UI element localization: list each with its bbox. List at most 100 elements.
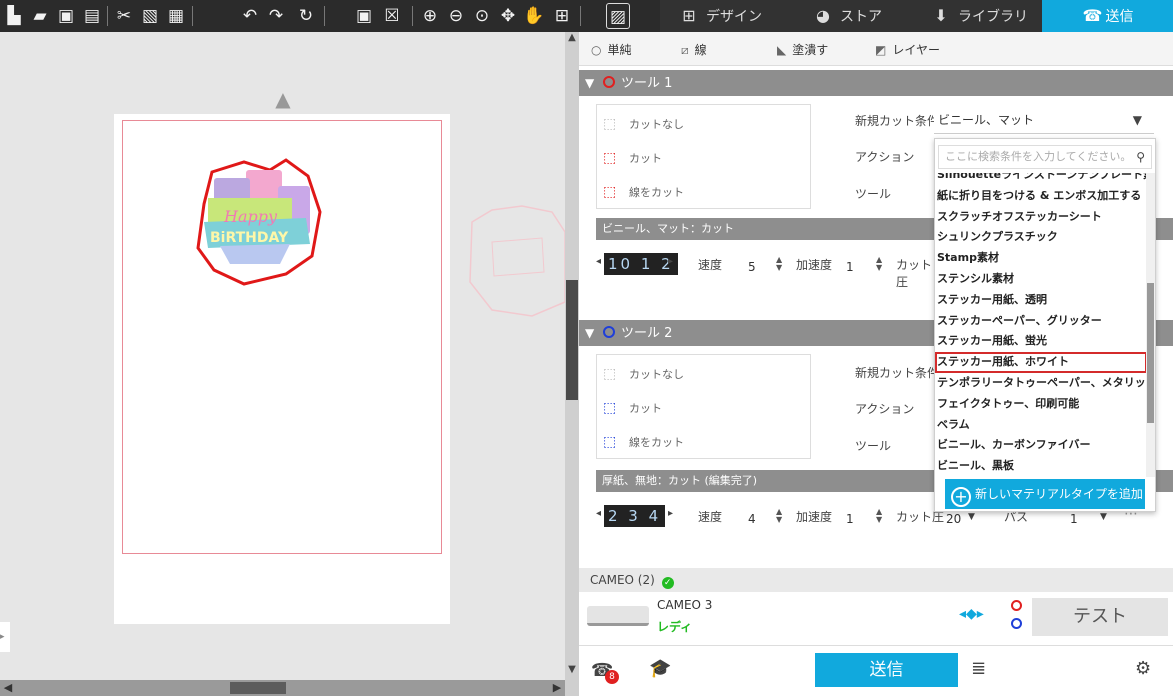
accel-value[interactable]: 1: [846, 260, 854, 274]
material-option[interactable]: ステンシル素材: [935, 269, 1147, 290]
feed-up-arrow-icon[interactable]: ▲: [271, 88, 295, 110]
blade-left-arrow-icon[interactable]: ◂: [596, 508, 601, 519]
zoom-out-icon[interactable]: ⊖: [444, 3, 468, 29]
accel-label: 加速度: [796, 258, 833, 272]
cut-icon[interactable]: ✂: [112, 3, 136, 29]
offmat-sticker-ghost[interactable]: [462, 192, 565, 322]
accel-spinner-icon[interactable]: ▲ ▼: [876, 256, 882, 272]
blade-right-arrow-icon[interactable]: ▸: [668, 256, 673, 267]
scroll-right-icon[interactable]: ▶: [549, 680, 565, 696]
tab-send[interactable]: ☎ 送信: [1042, 0, 1173, 32]
vertical-scroll-thumb[interactable]: [566, 280, 578, 400]
tab-library[interactable]: ⬇ ライブラリ: [930, 0, 1040, 32]
material-option[interactable]: ベラム: [935, 415, 1147, 436]
mode-simple[interactable]: ○ 単純: [591, 41, 632, 58]
collapse-icon[interactable]: ▼: [585, 320, 599, 346]
chevron-down-icon[interactable]: ▼: [1133, 106, 1142, 134]
force-dropdown-icon[interactable]: ▼: [968, 512, 975, 522]
material-option[interactable]: テンポラリータトゥーペーパー、メタリック: [935, 373, 1147, 394]
material-option[interactable]: ビニール、カーボンファイバー: [935, 435, 1147, 456]
accel-value[interactable]: 1: [846, 512, 854, 526]
tool2-option-cut[interactable]: ⬚ カット: [603, 397, 662, 419]
fit-page-icon[interactable]: ⊞: [550, 3, 574, 29]
material-search-input[interactable]: ここに検索条件を入力してください。 ⚲: [938, 145, 1152, 169]
material-option-selected[interactable]: ステッカー用紙、ホワイト: [935, 352, 1147, 373]
machine-row[interactable]: CAMEO 3 レディ ◂◆▸ テスト: [579, 592, 1173, 646]
material-option[interactable]: ステッカーペーパー、グリッター: [935, 311, 1147, 332]
tool1-option-cut-edge[interactable]: ⬚ 線をカット: [603, 181, 684, 203]
material-list-scroll-thumb[interactable]: [1147, 283, 1154, 423]
redo-icon[interactable]: ↷: [264, 3, 288, 29]
search-icon[interactable]: ⚲: [1136, 146, 1145, 168]
menu-list-icon[interactable]: ≣: [971, 658, 986, 679]
material-option[interactable]: ビニール、黒板: [935, 456, 1147, 477]
add-material-button[interactable]: + 新しいマテリアルタイプを追加: [945, 479, 1145, 509]
mode-line[interactable]: ⧄ 線: [681, 41, 707, 58]
speed-value[interactable]: 4: [748, 512, 756, 526]
tool2-option-nocut[interactable]: ⬚ カットなし: [603, 363, 684, 385]
tool1-option-nocut[interactable]: ⬚ カットなし: [603, 113, 684, 135]
option-label: 線をカット: [629, 186, 684, 199]
scroll-down-icon[interactable]: ▼: [565, 664, 579, 678]
passes-value[interactable]: 1: [1070, 512, 1078, 526]
tab-design[interactable]: ⊞ デザイン: [678, 0, 798, 32]
vertical-scrollbar[interactable]: ▲ ▼: [565, 32, 579, 696]
passes-dropdown-icon[interactable]: ▼: [1100, 512, 1107, 522]
deselect-icon[interactable]: ☒: [380, 3, 404, 29]
trace-icon[interactable]: ▨: [606, 3, 630, 29]
mode-layer[interactable]: ◩ レイヤー: [875, 41, 940, 58]
pan-hand-icon[interactable]: ✋: [522, 3, 546, 29]
tab-store[interactable]: ◕ ストア: [812, 0, 922, 32]
move-icon[interactable]: ✥: [496, 3, 520, 29]
paste-icon[interactable]: ▦: [164, 3, 188, 29]
select-all-icon[interactable]: ▣: [352, 3, 376, 29]
material-select[interactable]: ビニール、マット ▼: [934, 106, 1154, 134]
blade-depth-display[interactable]: 10 1 2: [604, 253, 678, 275]
blade-depth-display[interactable]: 2 3 4: [604, 505, 666, 527]
move-arrows-icon[interactable]: ◂◆▸: [959, 606, 984, 622]
blade-right-arrow-icon[interactable]: ▸: [668, 508, 673, 519]
tool1-title: ツール 1: [621, 76, 673, 91]
horizontal-scroll-thumb[interactable]: [230, 682, 286, 694]
tool1-option-cut[interactable]: ⬚ カット: [603, 147, 662, 169]
tutorial-cap-icon[interactable]: 🎓: [649, 658, 671, 679]
undo-icon[interactable]: ↶: [238, 3, 262, 29]
new-file-icon[interactable]: ▙: [2, 3, 26, 29]
horizontal-scrollbar[interactable]: ◀ ▶: [0, 680, 565, 696]
material-option[interactable]: 紙に折り目をつける & エンボス加工する: [935, 186, 1147, 207]
material-option[interactable]: スクラッチオフステッカーシート: [935, 207, 1147, 228]
speed-spinner-icon[interactable]: ▲ ▼: [776, 508, 782, 524]
accel-spinner-icon[interactable]: ▲ ▼: [876, 508, 882, 524]
birthday-sticker-design[interactable]: Happy BiRTHDAY: [190, 152, 324, 286]
collapse-icon[interactable]: ▼: [585, 70, 599, 96]
scroll-up-icon[interactable]: ▲: [565, 32, 579, 46]
scroll-left-icon[interactable]: ◀: [0, 680, 16, 696]
zoom-fit-icon[interactable]: ⊙: [470, 3, 494, 29]
tool2-option-cut-edge[interactable]: ⬚ 線をカット: [603, 431, 684, 453]
material-option[interactable]: Stamp素材: [935, 248, 1147, 269]
send-button[interactable]: 送信: [815, 653, 958, 687]
material-list-scrollbar[interactable]: [1146, 173, 1155, 477]
material-option[interactable]: Silhouetteラインストーンテンプレート素材: [935, 173, 1147, 186]
material-option[interactable]: シュリンクプラスチック: [935, 227, 1147, 248]
material-option[interactable]: フェイクタトゥー、印刷可能: [935, 394, 1147, 415]
tool1-header[interactable]: ▼ ツール 1: [579, 70, 1173, 96]
left-panel-expand-icon[interactable]: ▸: [0, 622, 10, 652]
blade-left-arrow-icon[interactable]: ◂: [596, 256, 601, 267]
settings-gear-icon[interactable]: ⚙: [1135, 658, 1151, 679]
copy-icon[interactable]: ▧: [138, 3, 162, 29]
speed-value[interactable]: 5: [748, 260, 756, 274]
radio-icon[interactable]: ○: [591, 43, 601, 57]
print-icon[interactable]: ▤: [80, 3, 104, 29]
save-icon[interactable]: ▣: [54, 3, 78, 29]
force-value[interactable]: 20: [946, 512, 961, 526]
zoom-in-icon[interactable]: ⊕: [418, 3, 442, 29]
open-folder-icon[interactable]: ▰: [28, 3, 52, 29]
replicate-icon[interactable]: ↻: [294, 3, 318, 29]
mode-fill[interactable]: ◣ 塗潰す: [777, 41, 828, 58]
test-button[interactable]: テスト: [1032, 598, 1168, 636]
material-option[interactable]: ステッカー用紙、透明: [935, 290, 1147, 311]
speed-spinner-icon[interactable]: ▲ ▼: [776, 256, 782, 272]
material-option[interactable]: ステッカー用紙、蛍光: [935, 331, 1147, 352]
design-canvas[interactable]: ▲ Happy BiRTHDAY ▸: [0, 32, 565, 680]
